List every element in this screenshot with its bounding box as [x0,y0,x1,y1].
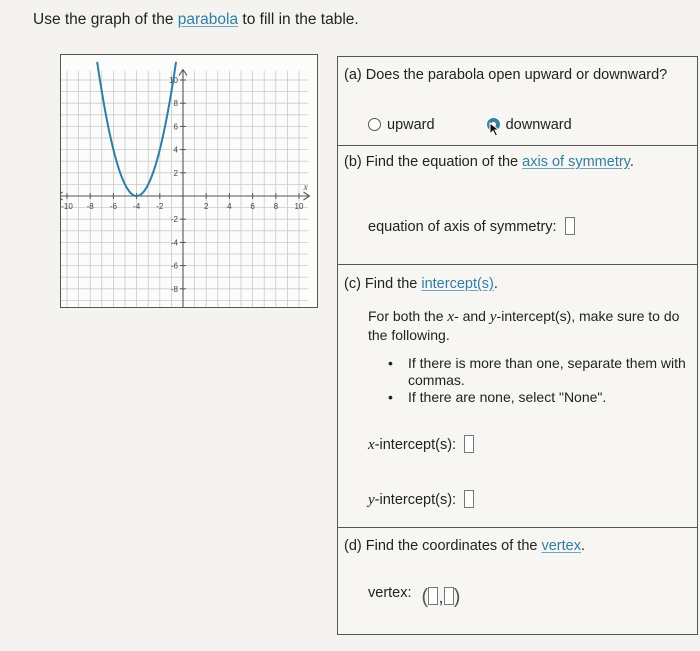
y-intercept-var: y [368,492,375,508]
x-tick-label: -2 [156,202,164,211]
x-tick-label: 8 [274,202,279,211]
part-c-question-end: . [493,276,498,292]
axis-field-row: equation of axis of symmetry: [368,217,575,235]
prompt-text-end: to fill in the table. [238,11,359,28]
vertex-row: vertex: (,) [368,585,460,609]
x-intercept-label: -intercept(s): [374,437,457,453]
vertex-open-paren: ( [421,586,429,608]
x-tick-label: -8 [87,202,95,211]
part-c-question: (c) Find the intercept(s). [344,276,498,292]
y-tick-label: -8 [171,285,179,294]
problem-prompt: Use the graph of the parabola to fill in… [33,11,359,29]
x-axis-label: x [303,182,308,192]
x-tick-label: 10 [295,202,304,211]
part-a-question: (a) Does the parabola open upward or dow… [344,67,668,83]
y-tick-label: 8 [174,99,179,108]
part-a-panel: (a) Does the parabola open upward or dow… [337,56,698,146]
x-tick-label: -4 [133,202,141,211]
x-intercept-row: x-intercept(s): [368,435,475,454]
x-tick-label: 2 [204,202,209,211]
axis-of-symmetry-link[interactable]: axis of symmetry [522,154,630,170]
x-intercept-input[interactable] [464,435,475,453]
vertex-y-input[interactable] [443,587,454,605]
part-c-panel: (c) Find the intercept(s). For both the … [337,264,698,528]
axis-field-label: equation of axis of symmetry: [368,219,557,235]
part-b-question-end: . [629,154,634,170]
option-downward[interactable]: downward [486,117,572,137]
y-tick-label: 4 [174,146,179,155]
upward-radio[interactable] [368,118,381,131]
intercept-instructions: For both the x- and y-intercept(s), make… [368,307,693,344]
x-tick-label: 4 [227,202,232,211]
option-upward[interactable]: upward [368,117,435,133]
y-intercept-input[interactable] [464,490,475,508]
instruction-bullets: If there is more than one, separate them… [388,355,693,406]
bullet-multiple: If there is more than one, separate them… [388,355,693,389]
part-b-panel: (b) Find the equation of the axis of sym… [337,145,698,265]
x-tick-label: -10 [61,202,73,211]
upward-label: upward [387,117,435,133]
part-b-question-start: (b) Find the equation of the [344,154,523,170]
y-tick-label: -4 [171,238,179,247]
instruction-text-2: - and [454,308,490,324]
bullet-none: If there are none, select "None". [388,389,693,406]
part-d-question-start: (d) Find the coordinates of the [344,538,542,554]
part-d-question: (d) Find the coordinates of the vertex. [344,538,585,554]
parabola-graph: -10-8-6-4-2246810108642-2-4-6-8-10x [60,54,318,308]
vertex-x-input[interactable] [428,587,439,605]
vertex-input-group: (,) [422,586,461,609]
vertex-label: vertex: [368,585,412,601]
part-d-panel: (d) Find the coordinates of the vertex. … [337,527,698,635]
downward-label: downward [505,117,572,133]
parabola-link[interactable]: parabola [178,11,238,28]
axis-of-symmetry-input[interactable] [564,217,575,235]
mouse-cursor-icon [489,122,501,137]
vertex-link[interactable]: vertex [541,538,581,554]
part-c-question-start: (c) Find the [344,276,422,292]
x-tick-label: -6 [110,202,118,211]
instruction-var-y: y [489,309,497,325]
direction-options: upward downward [368,117,572,137]
graph-canvas: -10-8-6-4-2246810108642-2-4-6-8-10x [61,61,311,307]
y-tick-label: 6 [174,122,179,131]
prompt-text-start: Use the graph of the [33,11,178,28]
y-intercept-row: y-intercept(s): [368,490,475,509]
part-b-question: (b) Find the equation of the axis of sym… [344,154,634,170]
y-tick-label: 2 [174,169,179,178]
x-intercept-var: x [368,437,375,453]
part-d-question-end: . [580,538,586,554]
x-tick-label: 6 [250,202,255,211]
y-intercept-label: -intercept(s): [374,492,457,508]
intercepts-link[interactable]: intercept(s) [421,276,494,292]
instruction-text-1: For both the [368,308,448,324]
vertex-close-paren: ) [453,586,461,608]
y-tick-label: -6 [171,262,179,271]
y-tick-label: -2 [171,215,179,224]
